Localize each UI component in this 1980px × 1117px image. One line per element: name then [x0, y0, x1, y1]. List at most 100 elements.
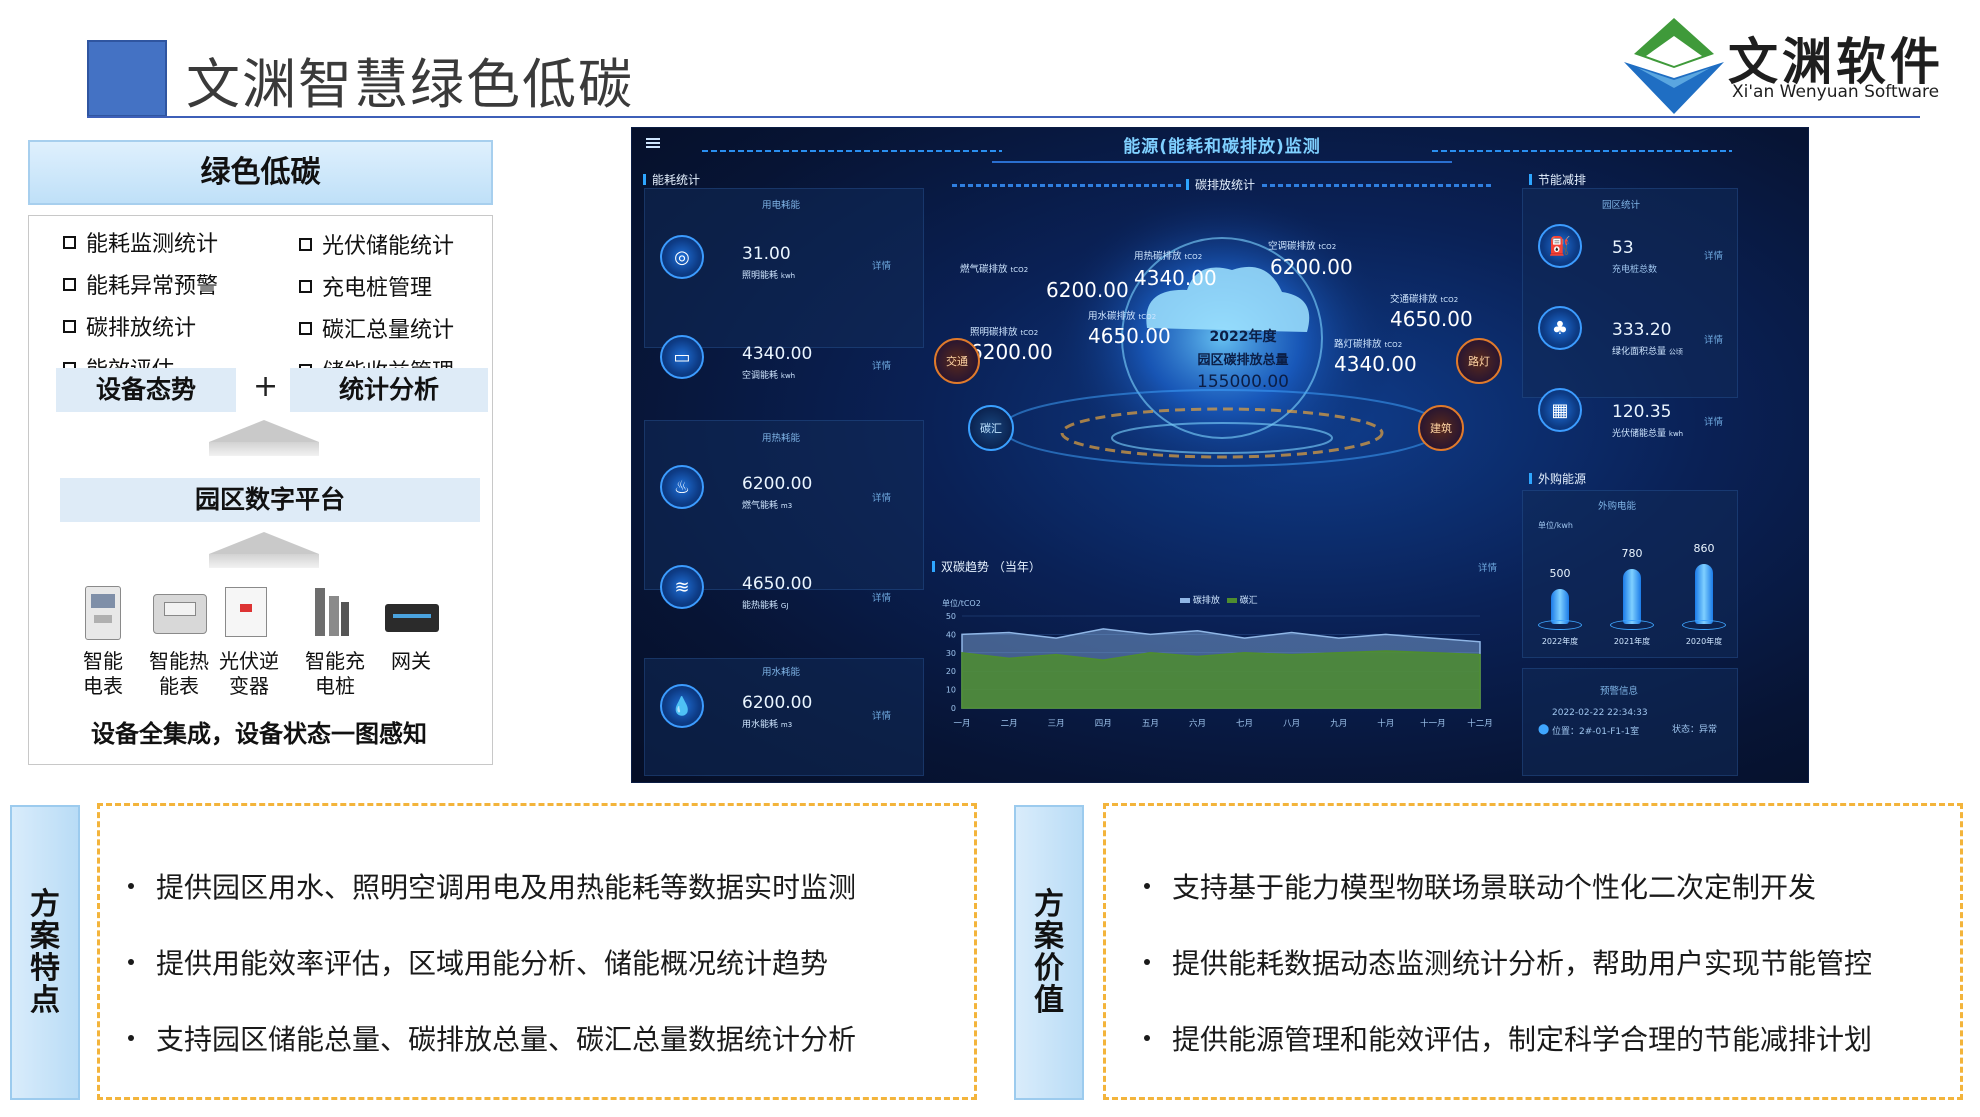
- bar-value-label: 500: [1549, 567, 1571, 580]
- section-saving: 节能减排: [1529, 171, 1586, 188]
- bar-value-label: 860: [1693, 541, 1715, 555]
- detail-link[interactable]: 详情: [1478, 560, 1497, 574]
- location-pin-icon: ⬤: [1538, 724, 1550, 735]
- carbon-label: 照明碳排放 tCO2: [970, 327, 1039, 338]
- carbon-value: 6200.00: [1270, 255, 1353, 279]
- gas-value: 6200.00: [742, 474, 813, 494]
- detail-link[interactable]: 详情: [872, 590, 891, 604]
- detail-link[interactable]: 详情: [1704, 332, 1723, 346]
- flame-icon: ♨: [660, 465, 704, 509]
- solar-panel-icon: ▦: [1538, 388, 1582, 432]
- water-sub: 用水耗能: [762, 667, 801, 678]
- park-value: 120.35: [1612, 402, 1672, 422]
- water-drop-icon: 💧: [660, 684, 704, 728]
- header-divider: [87, 116, 1920, 118]
- feature-bullet: 提供用能效率评估，区域用能分析、储能概况统计趋势: [128, 942, 856, 982]
- bar-category-label: 2020年度: [1685, 637, 1723, 646]
- smart-meter-icon: [85, 586, 121, 640]
- carbon-value: 6200.00: [1046, 278, 1129, 302]
- water-label: 用水能耗 m3: [742, 720, 793, 730]
- value-box: 支持基于能力模型物联场景联动个性化二次定制开发 提供能耗数据动态监测统计分析，帮…: [1103, 803, 1963, 1100]
- pv-inverter-icon: [225, 587, 267, 637]
- charging-icon: ⛽: [1538, 224, 1582, 268]
- trend-xtick: 九月: [1330, 719, 1347, 729]
- value-bullet: 提供能源管理和能效评估，制定科学合理的节能减排计划: [1144, 1018, 1872, 1058]
- checkbox-icon: [299, 321, 312, 335]
- detail-link[interactable]: 详情: [872, 490, 891, 504]
- carbon-total: 2022年度 园区碳排放总量 155000.00: [1197, 329, 1289, 392]
- carbon-label: 空调碳排放 tCO2: [1268, 241, 1337, 252]
- feature-item: 碳排放统计: [63, 310, 218, 342]
- up-arrow-icon: [209, 532, 319, 568]
- traffic-badge[interactable]: 交通: [934, 338, 980, 384]
- warning-sub: 预警信息: [1600, 686, 1639, 697]
- carbon-deco: [952, 184, 1182, 187]
- detail-link[interactable]: 详情: [872, 708, 891, 722]
- value-tab: 方案价值: [1014, 805, 1084, 1100]
- detail-link[interactable]: 详情: [872, 258, 891, 272]
- bar-category-label: 2021年度: [1613, 637, 1651, 646]
- company-logo-icon: [1624, 18, 1724, 114]
- company-name-en: Xi'an Wenyuan Software: [1732, 82, 1940, 102]
- electric-sub: 用电耗能: [762, 200, 801, 211]
- feature-item: 充电桩管理: [299, 270, 454, 302]
- gateway-icon: [385, 604, 439, 632]
- stat-analysis-tag: 统计分析: [290, 368, 488, 412]
- up-arrow-icon: [209, 420, 319, 456]
- bar-cylinder: [1695, 563, 1713, 624]
- feature-list-right: 光伏储能统计 充电桩管理 碳汇总量统计 储能收益管理: [299, 228, 454, 386]
- carbon-value: 4650.00: [1088, 324, 1171, 348]
- trend-ytick: 10: [946, 686, 956, 695]
- legend-swatch-emission: [1180, 598, 1190, 603]
- value-bullet: 提供能耗数据动态监测统计分析，帮助用户实现节能管控: [1144, 942, 1872, 982]
- park-value: 333.20: [1612, 320, 1672, 340]
- lighting-label: 照明能耗 kwh: [742, 271, 796, 281]
- trend-ytick: 20: [946, 667, 956, 676]
- park-value: 53: [1612, 238, 1634, 258]
- carbon-sink-badge[interactable]: 碳汇: [968, 405, 1014, 451]
- outside-bar-chart: 500 2022年度 780 2021年度 860 2020年度: [1522, 528, 1738, 654]
- carbon-value: 4340.00: [1334, 352, 1417, 376]
- trend-xtick: 五月: [1142, 719, 1159, 729]
- lighting-value: 31.00: [742, 244, 791, 264]
- lightbulb-icon: ◎: [660, 235, 704, 279]
- checkbox-icon: [299, 237, 312, 251]
- park-label: 充电桩总数: [1612, 265, 1658, 275]
- trend-series-1: [961, 650, 1481, 709]
- carbon-label: 路灯碳排放 tCO2: [1334, 339, 1403, 350]
- device-status-tag: 设备态势: [56, 368, 236, 412]
- detail-link[interactable]: 详情: [1704, 414, 1723, 428]
- menu-icon[interactable]: [646, 138, 660, 148]
- trend-xtick: 三月: [1048, 719, 1065, 729]
- title-underline: [992, 161, 1452, 163]
- streetlight-badge[interactable]: 路灯: [1456, 338, 1502, 384]
- carbon-value: 6200.00: [970, 340, 1053, 364]
- feature-panel: 能耗监测统计 能耗异常预警 碳排放统计 能效评估 光伏储能统计 充电桩管理 碳汇…: [28, 215, 493, 765]
- bar-cylinder: [1623, 569, 1641, 624]
- park-label: 绿化面积总量 公顷: [1612, 347, 1683, 357]
- building-badge[interactable]: 建筑: [1418, 405, 1464, 451]
- bar-base-ring: [1682, 620, 1726, 630]
- trend-ytick: 0: [951, 704, 956, 713]
- detail-link[interactable]: 详情: [872, 358, 891, 372]
- title-deco-left: [702, 150, 1002, 152]
- detail-link[interactable]: 详情: [1704, 248, 1723, 262]
- features-list: 提供园区用水、照明空调用电及用热能耗等数据实时监测 提供用能效率评估，区域用能分…: [128, 866, 856, 1058]
- ac-value: 4340.00: [742, 344, 813, 364]
- trend-xtick: 六月: [1189, 718, 1206, 729]
- carbon-deco: [1262, 184, 1492, 187]
- checkbox-icon: [63, 277, 76, 291]
- heat-sub: 用热耗能: [762, 433, 801, 444]
- section-trend: 双碳趋势 （当年）: [932, 558, 1041, 575]
- tree-icon: ♣: [1538, 306, 1582, 350]
- air-conditioner-icon: ▭: [660, 335, 704, 379]
- carbon-value: 4650.00: [1390, 307, 1473, 331]
- title-deco-right: [1432, 150, 1732, 152]
- trend-legend: 碳排放 碳汇: [1180, 593, 1258, 606]
- section-energy: 能耗统计: [643, 171, 700, 188]
- device-label: 光伏逆 变器: [219, 649, 279, 698]
- feature-item: 能耗异常预警: [63, 268, 218, 300]
- trend-ytick: 30: [946, 649, 956, 658]
- heat-icon: ≋: [660, 565, 704, 609]
- charging-pile-icon: [311, 588, 351, 636]
